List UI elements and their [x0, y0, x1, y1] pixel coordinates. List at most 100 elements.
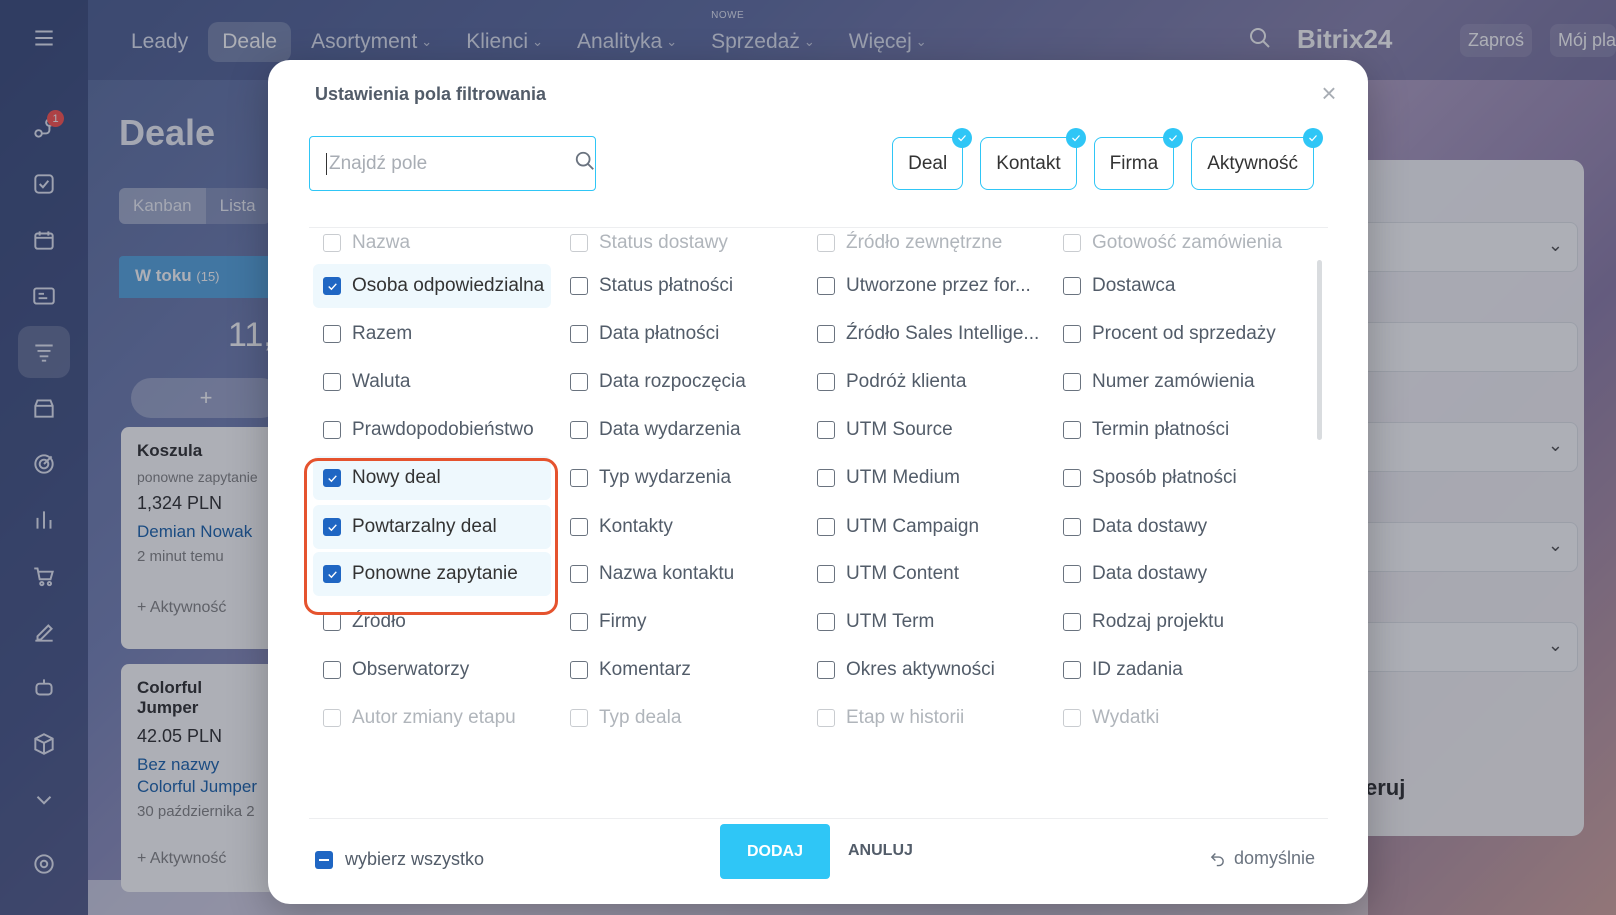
- checkbox[interactable]: [1063, 565, 1081, 583]
- field-option[interactable]: Źródło: [313, 600, 551, 644]
- checkbox-checked[interactable]: [323, 565, 341, 583]
- field-option[interactable]: Data dostawy: [1053, 505, 1291, 549]
- field-option[interactable]: Ponowne zapytanie: [313, 552, 551, 596]
- checkbox[interactable]: [1063, 373, 1081, 391]
- checkbox[interactable]: [570, 469, 588, 487]
- checkbox[interactable]: [570, 277, 588, 295]
- type-tag-aktywność[interactable]: Aktywność: [1191, 128, 1323, 190]
- field-option[interactable]: Wydatki: [1053, 696, 1291, 740]
- field-option[interactable]: Termin płatności: [1053, 408, 1291, 452]
- field-option[interactable]: Dostawca: [1053, 264, 1291, 308]
- field-option[interactable]: Nazwa: [313, 228, 551, 265]
- checkbox[interactable]: [323, 661, 341, 679]
- field-option[interactable]: Data wydarzenia: [560, 408, 798, 452]
- field-option[interactable]: Data dostawy: [1053, 552, 1291, 596]
- field-option[interactable]: Sposób płatności: [1053, 456, 1291, 500]
- field-option[interactable]: UTM Content: [807, 552, 1045, 596]
- checkbox[interactable]: [323, 421, 341, 439]
- checkbox[interactable]: [323, 325, 341, 343]
- checkbox[interactable]: [570, 565, 588, 583]
- field-option[interactable]: Podróż klienta: [807, 360, 1045, 404]
- checkbox[interactable]: [323, 234, 341, 252]
- type-tag-firma[interactable]: Firma: [1093, 128, 1184, 190]
- checkbox[interactable]: [817, 234, 835, 252]
- field-option[interactable]: Komentarz: [560, 648, 798, 692]
- checkbox[interactable]: [1063, 234, 1081, 252]
- field-search-input[interactable]: [326, 152, 574, 175]
- type-tag-kontakt[interactable]: Kontakt: [980, 128, 1086, 190]
- field-option[interactable]: Osoba odpowiedzialna: [313, 264, 551, 308]
- select-all-toggle[interactable]: wybierz wszystko: [315, 849, 484, 870]
- checkbox[interactable]: [570, 234, 588, 252]
- add-button[interactable]: DODAJ: [720, 824, 830, 879]
- checkbox[interactable]: [323, 709, 341, 727]
- checkbox[interactable]: [1063, 421, 1081, 439]
- checkbox[interactable]: [817, 565, 835, 583]
- search-icon[interactable]: [574, 150, 596, 177]
- field-option[interactable]: Gotowość zamówienia: [1053, 228, 1291, 265]
- checkbox[interactable]: [1063, 661, 1081, 679]
- checkbox[interactable]: [570, 518, 588, 536]
- field-option[interactable]: Etap w historii: [807, 696, 1045, 740]
- field-option[interactable]: Obserwatorzy: [313, 648, 551, 692]
- field-option[interactable]: UTM Source: [807, 408, 1045, 452]
- field-option[interactable]: Źródło zewnętrzne: [807, 228, 1045, 265]
- field-option[interactable]: UTM Term: [807, 600, 1045, 644]
- checkbox[interactable]: [817, 613, 835, 631]
- checkbox-checked[interactable]: [323, 469, 341, 487]
- field-option[interactable]: Waluta: [313, 360, 551, 404]
- field-option[interactable]: Prawdopodobieństwo: [313, 408, 551, 452]
- checkbox[interactable]: [570, 421, 588, 439]
- checkbox[interactable]: [817, 518, 835, 536]
- field-option[interactable]: Utworzone przez for...: [807, 264, 1045, 308]
- checkbox[interactable]: [570, 709, 588, 727]
- checkbox[interactable]: [1063, 277, 1081, 295]
- field-option[interactable]: Razem: [313, 312, 551, 356]
- checkbox[interactable]: [1063, 469, 1081, 487]
- checkbox[interactable]: [1063, 709, 1081, 727]
- checkbox[interactable]: [817, 373, 835, 391]
- field-option[interactable]: Numer zamówienia: [1053, 360, 1291, 404]
- field-option[interactable]: Firmy: [560, 600, 798, 644]
- close-icon[interactable]: ×: [1314, 78, 1344, 108]
- field-option[interactable]: Typ wydarzenia: [560, 456, 798, 500]
- field-option[interactable]: Źródło Sales Intellige...: [807, 312, 1045, 356]
- field-option[interactable]: Status dostawy: [560, 228, 798, 265]
- checkbox[interactable]: [570, 325, 588, 343]
- checkbox[interactable]: [570, 613, 588, 631]
- field-option[interactable]: Nazwa kontaktu: [560, 552, 798, 596]
- field-option[interactable]: Okres aktywności: [807, 648, 1045, 692]
- checkbox[interactable]: [817, 277, 835, 295]
- field-option[interactable]: Status płatności: [560, 264, 798, 308]
- scrollbar[interactable]: [1317, 260, 1322, 440]
- checkbox[interactable]: [323, 613, 341, 631]
- field-option[interactable]: Data płatności: [560, 312, 798, 356]
- type-tag-deal[interactable]: Deal: [892, 128, 973, 190]
- field-option[interactable]: Kontakty: [560, 505, 798, 549]
- checkbox[interactable]: [817, 421, 835, 439]
- checkbox[interactable]: [570, 661, 588, 679]
- cancel-button[interactable]: ANULUJ: [848, 842, 913, 860]
- checkbox[interactable]: [817, 325, 835, 343]
- field-option[interactable]: UTM Campaign: [807, 505, 1045, 549]
- field-option[interactable]: Autor zmiany etapu: [313, 696, 551, 740]
- field-option[interactable]: Procent od sprzedaży: [1053, 312, 1291, 356]
- default-button[interactable]: domyślnie: [1209, 848, 1315, 869]
- field-option[interactable]: Powtarzalny deal: [313, 505, 551, 549]
- checkbox[interactable]: [1063, 518, 1081, 536]
- checkbox[interactable]: [817, 709, 835, 727]
- field-option[interactable]: Rodzaj projektu: [1053, 600, 1291, 644]
- checkbox-checked[interactable]: [323, 277, 341, 295]
- checkbox[interactable]: [817, 469, 835, 487]
- checkbox-checked[interactable]: [323, 518, 341, 536]
- checkbox[interactable]: [570, 373, 588, 391]
- field-option[interactable]: Data rozpoczęcia: [560, 360, 798, 404]
- checkbox[interactable]: [1063, 325, 1081, 343]
- field-option[interactable]: Nowy deal: [313, 456, 551, 500]
- indeterminate-checkbox[interactable]: [315, 850, 333, 869]
- field-option[interactable]: ID zadania: [1053, 648, 1291, 692]
- field-option[interactable]: UTM Medium: [807, 456, 1045, 500]
- field-option[interactable]: Typ deala: [560, 696, 798, 740]
- checkbox[interactable]: [1063, 613, 1081, 631]
- checkbox[interactable]: [323, 373, 341, 391]
